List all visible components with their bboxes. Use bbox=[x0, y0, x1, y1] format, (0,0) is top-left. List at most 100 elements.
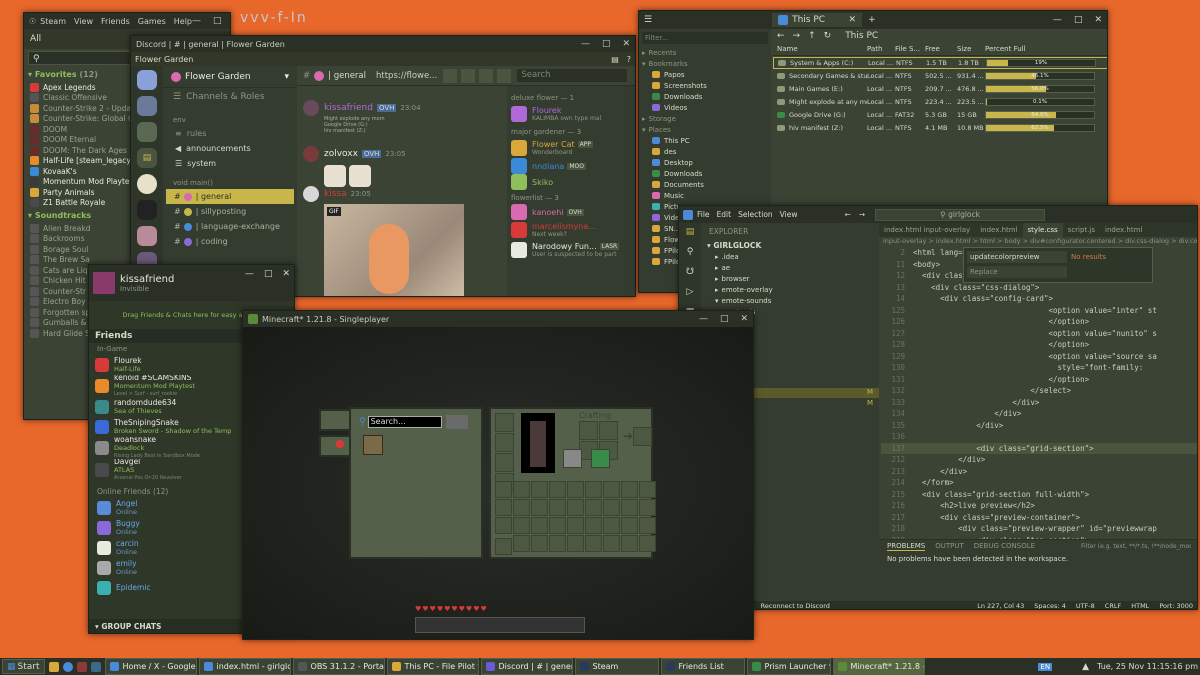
inventory-slot[interactable] bbox=[621, 499, 638, 516]
maximize-icon[interactable]: □ bbox=[1074, 15, 1083, 25]
message-author[interactable]: kissa bbox=[324, 189, 347, 199]
gif-image[interactable]: GIF bbox=[324, 204, 464, 296]
member-item[interactable]: marcelismyna... Next week? bbox=[511, 220, 633, 240]
inventory-slot[interactable] bbox=[549, 481, 566, 498]
category-void[interactable]: void main() bbox=[163, 171, 297, 189]
server-icon[interactable] bbox=[137, 226, 157, 246]
inventory-slot[interactable] bbox=[513, 481, 530, 498]
sidebar-item[interactable]: Downloads bbox=[642, 91, 768, 102]
editor-tab[interactable]: index.html bbox=[975, 223, 1022, 237]
sidebar-item[interactable]: des bbox=[642, 146, 768, 157]
sidebar-item[interactable]: Music bbox=[642, 190, 768, 201]
category-env[interactable]: env bbox=[163, 106, 297, 126]
breadcrumb[interactable]: input-overlay > index.html > html > body… bbox=[879, 237, 1197, 247]
crafting-slot[interactable] bbox=[599, 421, 618, 440]
inventory-slot[interactable] bbox=[567, 499, 584, 516]
message-author[interactable]: kissafriend bbox=[324, 103, 373, 113]
username[interactable]: kissafriend bbox=[120, 274, 174, 285]
inventory-slot[interactable] bbox=[495, 499, 512, 516]
source-control-icon[interactable]: ☋ bbox=[679, 267, 701, 277]
inventory-slot[interactable] bbox=[513, 535, 530, 552]
back-icon[interactable]: ← bbox=[844, 210, 850, 219]
taskbar-item[interactable]: Prism Launcher 9.4 bbox=[746, 658, 831, 675]
message-author[interactable]: zolvoxx bbox=[324, 149, 358, 159]
editor-tab[interactable]: style.css bbox=[1022, 223, 1063, 237]
search-icon[interactable]: ⚲ bbox=[679, 247, 701, 257]
new-tab-icon[interactable]: + bbox=[868, 15, 876, 25]
server-header[interactable]: Flower Garden ▾ bbox=[163, 66, 297, 88]
threads-icon[interactable] bbox=[443, 68, 458, 83]
taskbar-item[interactable]: Friends List bbox=[660, 658, 745, 675]
minimize-icon[interactable]: — bbox=[699, 314, 708, 324]
column-header[interactable]: Percent Full bbox=[985, 45, 1095, 53]
channel-announcements[interactable]: ◀ announcements bbox=[163, 141, 297, 156]
menu-edit[interactable]: Edit bbox=[717, 210, 732, 219]
channel-item[interactable]: # | general bbox=[166, 189, 294, 204]
taskbar-item[interactable]: index.html - girlglock -... bbox=[198, 658, 291, 675]
status-item[interactable]: UTF-8 bbox=[1076, 602, 1095, 609]
editor-tab[interactable]: index.html input-overlay bbox=[879, 223, 975, 237]
hotbar[interactable] bbox=[415, 617, 585, 633]
channel-rules[interactable]: ≡ rules bbox=[163, 126, 297, 141]
channel-item[interactable]: # | coding bbox=[166, 234, 294, 249]
avatar[interactable] bbox=[303, 100, 319, 116]
start-button[interactable]: ▦ Start bbox=[2, 659, 45, 674]
tab-this-pc[interactable]: This PC ✕ bbox=[772, 13, 863, 27]
up-icon[interactable]: ↑ bbox=[808, 31, 816, 41]
maximize-icon[interactable]: □ bbox=[602, 39, 611, 49]
close-icon[interactable]: ✕ bbox=[849, 15, 857, 25]
address-path[interactable]: This PC bbox=[845, 31, 878, 41]
recipe-book-button[interactable] bbox=[591, 449, 610, 468]
tab-problems[interactable]: PROBLEMS bbox=[887, 542, 926, 551]
command-center-input[interactable]: ⚲ girlglock bbox=[875, 208, 1046, 221]
inventory-slot[interactable] bbox=[567, 517, 584, 534]
debug-icon[interactable]: ▷ bbox=[679, 287, 701, 297]
tree-item[interactable]: ▸ browser bbox=[701, 273, 879, 284]
column-header[interactable]: Free bbox=[925, 45, 957, 53]
recipe-tab[interactable] bbox=[319, 409, 351, 431]
close-icon[interactable]: ✕ bbox=[282, 269, 290, 279]
project-root[interactable]: ▾ GIRLGLOCK bbox=[701, 240, 879, 251]
channel-link[interactable]: https://flowe... bbox=[376, 71, 437, 81]
tab-debug-console[interactable]: DEBUG CONSOLE bbox=[974, 542, 1035, 550]
member-item[interactable]: Flower Cat APP Wonderboard bbox=[511, 138, 633, 158]
steam-menu-help[interactable]: Help bbox=[174, 17, 192, 26]
taskbar-item[interactable]: Minecraft* 1.21.8 - Si... bbox=[832, 658, 925, 675]
app-icon[interactable] bbox=[76, 661, 87, 672]
armor-slot[interactable] bbox=[495, 413, 514, 432]
inventory-slot[interactable] bbox=[621, 517, 638, 534]
status-item[interactable]: HTML bbox=[1131, 602, 1149, 609]
offhand-slot[interactable] bbox=[563, 449, 582, 468]
members-icon[interactable] bbox=[497, 68, 512, 83]
replace-input[interactable]: Replace bbox=[967, 266, 1067, 278]
menu-file[interactable]: File bbox=[697, 210, 710, 219]
inventory-slot[interactable] bbox=[639, 481, 656, 498]
recipe-tab[interactable]: ● bbox=[319, 435, 351, 457]
inventory-slot[interactable] bbox=[531, 535, 548, 552]
avatar[interactable] bbox=[303, 186, 319, 202]
inventory-slot[interactable] bbox=[567, 535, 584, 552]
drive-row[interactable]: Might explode at any mom...Local ...NTFS… bbox=[773, 96, 1107, 108]
app-icon[interactable] bbox=[90, 661, 101, 672]
user-status[interactable]: Invisible bbox=[120, 285, 174, 293]
sidebar-section[interactable]: ▸ Storage bbox=[642, 113, 768, 124]
member-item[interactable]: Skiko bbox=[511, 174, 633, 190]
inventory-slot[interactable] bbox=[639, 499, 656, 516]
member-item[interactable]: Flourek KALIMBA own type mal bbox=[511, 104, 633, 124]
sidebar-section[interactable]: ▾ Bookmarks bbox=[642, 58, 768, 69]
sidebar-item[interactable]: This PC bbox=[642, 135, 768, 146]
sidebar-section[interactable]: ▸ Recents bbox=[642, 47, 768, 58]
inventory-slot[interactable] bbox=[639, 517, 656, 534]
sidebar-item[interactable]: Desktop bbox=[642, 157, 768, 168]
inventory-slot[interactable] bbox=[513, 499, 530, 516]
server-icon[interactable] bbox=[137, 96, 157, 116]
status-item[interactable]: Spaces: 4 bbox=[1034, 602, 1066, 609]
recipe-item[interactable] bbox=[363, 435, 383, 455]
close-icon[interactable]: ✕ bbox=[740, 314, 748, 324]
sticker-image[interactable] bbox=[324, 165, 346, 187]
sidebar-item[interactable]: Videos bbox=[642, 102, 768, 113]
maximize-icon[interactable]: □ bbox=[213, 16, 222, 26]
inventory-slot[interactable] bbox=[603, 481, 620, 498]
armor-slot[interactable] bbox=[495, 433, 514, 452]
taskbar-item[interactable]: Steam bbox=[574, 658, 659, 675]
